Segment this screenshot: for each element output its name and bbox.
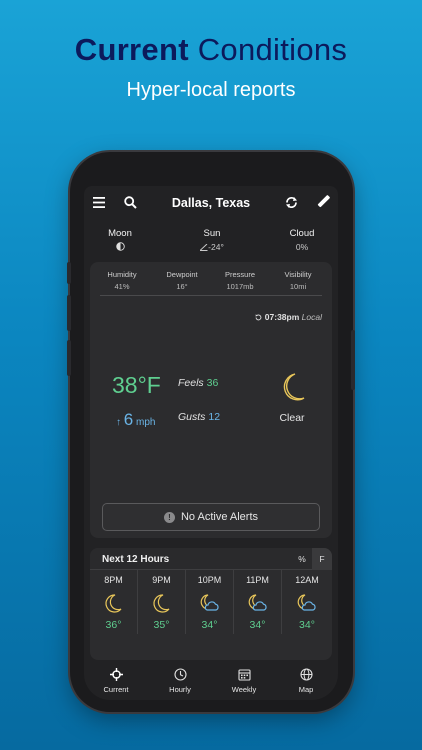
sun-label: Sun: [203, 228, 221, 239]
stat-visibility: Visibility 10mi: [270, 270, 326, 291]
update-time: 07:38pm Local: [255, 312, 322, 322]
phone-side-button: [67, 295, 71, 331]
promo-headline-rest: Conditions: [197, 32, 348, 67]
stats-row: Humidity 41% Dewpoint 16° Pressure 1017m…: [90, 270, 332, 296]
globe-icon: [299, 668, 313, 681]
hour-column[interactable]: 11PM 34°: [234, 570, 282, 634]
wind-arrow-icon: ↑: [116, 417, 121, 428]
stat-value: 10mi: [289, 282, 307, 291]
sun-column: Sun -24°: [192, 228, 232, 252]
app-screen: Dallas, Texas Moon Sun -24° Cloud 0% Hum…: [84, 186, 338, 700]
moon-label: Moon: [108, 228, 132, 239]
crosshair-icon: [109, 668, 123, 681]
wind-speed-value: 6: [123, 410, 134, 429]
gusts-label: Gusts: [178, 411, 206, 423]
moon-cloud-icon: [248, 594, 267, 611]
sun-value: -24°: [208, 242, 224, 252]
promo-headline-bold: Current: [74, 32, 189, 67]
phone-side-button: [67, 262, 71, 284]
cloud-label: Cloud: [289, 228, 315, 239]
stat-label: Visibility: [284, 270, 312, 279]
stat-label: Dewpoint: [166, 270, 198, 279]
stat-dewpoint: Dewpoint 16°: [154, 270, 210, 291]
bottom-nav: Current Hourly Weekly Map: [84, 666, 338, 700]
stat-value: 41%: [114, 282, 130, 291]
cloud-column: Cloud 0%: [284, 228, 320, 252]
half-moon-icon: [115, 242, 125, 251]
feels-value: 36: [206, 377, 219, 389]
nav-item-map[interactable]: Map: [274, 668, 338, 694]
astro-row: Moon Sun -24° Cloud 0%: [84, 228, 338, 258]
stat-value: 1017mb: [226, 282, 254, 291]
gusts-value: 12: [208, 411, 221, 423]
hour-time: 12AM: [295, 575, 319, 585]
location-title[interactable]: Dallas, Texas: [84, 196, 338, 210]
refresh-small-icon: [256, 313, 262, 320]
angle-icon: [198, 243, 208, 251]
clock-icon: [173, 668, 187, 681]
stat-humidity: Humidity 41%: [94, 270, 150, 291]
hour-time: 8PM: [104, 575, 123, 585]
hour-column[interactable]: 8PM 36°: [90, 570, 138, 634]
refresh-icon[interactable]: [285, 196, 298, 209]
nav-label: Weekly: [231, 685, 257, 694]
crescent-moon-icon: [283, 373, 305, 401]
crescent-moon-icon: [104, 594, 121, 613]
hourly-title: Next 12 Hours: [102, 554, 170, 565]
hour-column[interactable]: 10PM 34°: [186, 570, 234, 634]
nav-item-weekly[interactable]: Weekly: [212, 668, 276, 694]
unit-percent-toggle[interactable]: %: [292, 548, 312, 570]
hour-temp: 35°: [153, 619, 170, 631]
feels-label: Feels: [178, 377, 204, 389]
promo-headline: Current Conditions: [0, 32, 422, 68]
nav-label: Current: [103, 685, 129, 694]
divider: [100, 295, 322, 296]
hour-column[interactable]: 12AM 34°: [282, 570, 332, 634]
wind-unit: mph: [136, 417, 156, 428]
stat-label: Pressure: [224, 270, 255, 279]
nav-label: Hourly: [169, 685, 191, 694]
cloud-value: 0%: [295, 242, 309, 252]
update-time-value: 07:38pm: [264, 312, 300, 322]
phone-side-button: [67, 340, 71, 376]
info-icon: !: [163, 512, 175, 523]
crescent-moon-icon: [152, 594, 169, 613]
nav-label: Map: [298, 685, 314, 694]
calendar-icon: [237, 669, 251, 681]
stat-value: 16°: [176, 282, 188, 291]
hour-temp: 34°: [201, 619, 218, 631]
moon-cloud-icon: [297, 594, 316, 611]
unit-fahrenheit-toggle[interactable]: F: [312, 548, 332, 570]
alerts-text: No Active Alerts: [180, 511, 259, 523]
update-time-suffix: Local: [301, 312, 322, 322]
hour-temp: 36°: [105, 619, 122, 631]
hour-time: 9PM: [152, 575, 171, 585]
top-bar: Dallas, Texas: [84, 186, 338, 222]
ruler-icon[interactable]: [317, 195, 330, 208]
current-conditions-card: Humidity 41% Dewpoint 16° Pressure 1017m…: [90, 262, 332, 538]
moon-column: Moon: [106, 228, 134, 251]
hourly-header: Next 12 Hours % F: [90, 548, 332, 570]
condition-label: Clear: [279, 412, 305, 424]
hour-time: 11PM: [246, 575, 269, 585]
phone-side-button: [351, 330, 355, 390]
hourly-forecast: Next 12 Hours % F 8PM 36° 9PM 35° 10PM 3…: [90, 548, 332, 660]
hour-temp: 34°: [299, 619, 315, 631]
nav-item-hourly[interactable]: Hourly: [148, 668, 212, 694]
hour-column[interactable]: 9PM 35°: [138, 570, 186, 634]
feels-like: Feels 36: [178, 377, 218, 389]
current-temperature: 38°F: [112, 372, 161, 398]
stat-label: Humidity: [107, 270, 137, 279]
wind-gusts: Gusts 12: [178, 411, 220, 423]
wind-speed: ↑ 6 mph: [116, 410, 155, 430]
nav-item-current[interactable]: Current: [84, 668, 148, 694]
stat-pressure: Pressure 1017mb: [212, 270, 268, 291]
alerts-button[interactable]: ! No Active Alerts: [102, 503, 320, 531]
promo-subheadline: Hyper-local reports: [126, 79, 296, 101]
hour-time: 10PM: [197, 575, 222, 585]
moon-cloud-icon: [200, 594, 219, 611]
sun-angle: -24°: [192, 242, 232, 252]
hour-temp: 34°: [249, 619, 266, 631]
